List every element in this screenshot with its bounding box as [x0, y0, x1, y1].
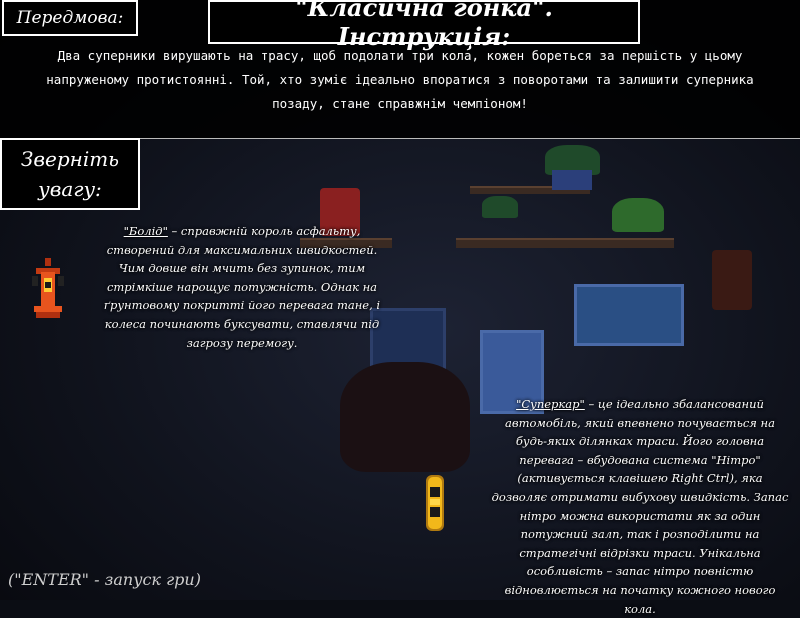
bolid-name: "Болід"	[123, 224, 168, 238]
start-hint: ("ENTER" - запуск гри)	[8, 570, 201, 589]
supercar-name: "Суперкар"	[516, 397, 585, 411]
bolid-text: – справжній король асфальту, створений д…	[103, 224, 381, 350]
supercar-icon	[426, 475, 444, 531]
attention-line-1: Зверніть	[20, 147, 120, 171]
turtle-shell	[612, 198, 664, 232]
piranha-plant	[712, 250, 752, 310]
upper-shelf	[456, 238, 674, 248]
intro-text: Два суперники вирушають на трасу, щоб по…	[46, 48, 754, 111]
bolid-car-icon	[32, 258, 64, 318]
page-title: "Класична гонка". Інструкція:	[208, 0, 640, 51]
supercar-description: "Суперкар" – це ідеально збалансований а…	[488, 395, 792, 618]
attention-label: Зверніть увагу:	[0, 138, 140, 210]
preface-label: Передмова:	[2, 0, 138, 36]
bolid-description: "Болід" – справжній король асфальту, ств…	[100, 222, 384, 352]
attention-line-2: увагу:	[38, 177, 102, 201]
supercar-text: – це ідеально збалансований автомобіль, …	[491, 397, 789, 616]
small-plant	[482, 196, 518, 218]
mario-luigi-frame	[574, 284, 684, 346]
player-head-silhouette	[340, 362, 470, 472]
plant-pot	[552, 170, 592, 190]
